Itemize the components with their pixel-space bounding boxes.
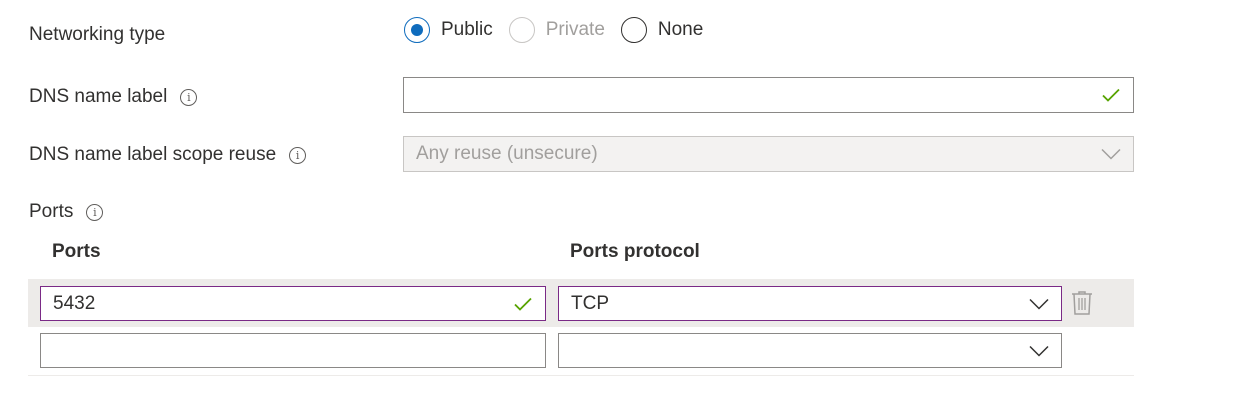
chevron-down-icon	[1029, 298, 1049, 310]
info-icon[interactable]: i	[289, 146, 307, 164]
radio-public-label[interactable]: Public	[441, 19, 493, 41]
trash-icon[interactable]	[1071, 290, 1093, 316]
port-input[interactable]: 5432	[40, 286, 546, 321]
radio-private: Private	[508, 17, 605, 43]
port-input-empty[interactable]	[40, 333, 546, 368]
radio-circle	[508, 17, 535, 43]
info-icon[interactable]: i	[86, 203, 104, 221]
info-icon[interactable]: i	[180, 88, 198, 106]
radio-none-label[interactable]: None	[658, 19, 703, 41]
table-divider	[28, 375, 1134, 376]
check-icon	[1102, 88, 1120, 102]
dns-name-label-input[interactable]	[403, 77, 1134, 113]
chevron-down-icon	[1029, 345, 1049, 357]
dns-scope-reuse-label: DNS name label scope reuse i	[29, 142, 307, 168]
port-protocol-select[interactable]: TCP	[558, 286, 1062, 321]
radio-circle[interactable]	[620, 17, 647, 43]
ports-protocol-column-header: Ports protocol	[570, 241, 700, 262]
check-icon	[514, 297, 532, 311]
radio-public[interactable]: Public	[404, 17, 493, 43]
dns-scope-reuse-select: Any reuse (unsecure)	[403, 136, 1134, 172]
port-protocol-select-empty[interactable]	[558, 333, 1062, 368]
chevron-down-icon	[1101, 148, 1121, 160]
networking-type-label: Networking type	[29, 24, 166, 45]
radio-none[interactable]: None	[620, 17, 703, 43]
radio-circle[interactable]	[404, 17, 430, 43]
networking-type-radio-group: Public Private None	[404, 15, 719, 45]
radio-selected-dot	[411, 24, 423, 36]
ports-column-header: Ports	[52, 241, 101, 262]
dns-name-label-label: DNS name label i	[29, 84, 198, 110]
radio-private-label: Private	[545, 19, 605, 40]
ports-section-label: Ports i	[29, 199, 104, 225]
